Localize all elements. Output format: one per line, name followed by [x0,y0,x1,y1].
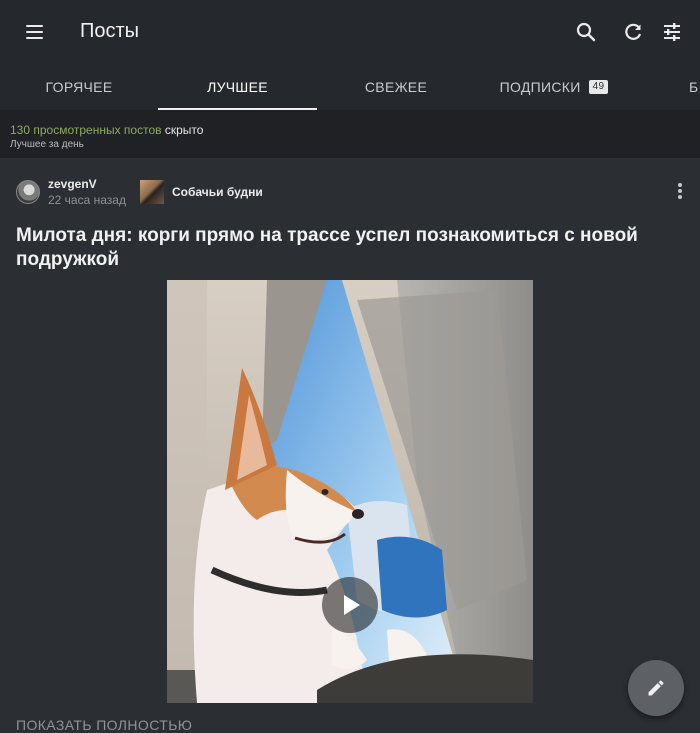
author-avatar[interactable] [16,180,40,204]
community-avatar[interactable] [140,180,164,204]
tab-label: Б [689,79,699,95]
tab-label: ГОРЯЧЕЕ [45,79,113,95]
tab-best[interactable]: ЛУЧШЕЕ [158,64,317,110]
menu-icon[interactable] [24,22,48,42]
page-title: Посты [80,20,140,42]
notice-subtitle: Лучшее за день [10,139,84,150]
hidden-state: скрыто [164,123,204,137]
tab-partial[interactable]: Б [689,64,700,110]
hidden-posts-text: 130 просмотренных постов скрыто [10,123,203,137]
tab-fresh[interactable]: СВЕЖЕЕ [317,64,475,110]
tab-label: ПОДПИСКИ [499,79,581,95]
top-toolbar: Посты [0,0,700,64]
play-icon [344,595,360,615]
more-options-icon[interactable] [672,182,688,200]
tab-subscriptions[interactable]: ПОДПИСКИ 49 [475,64,633,110]
search-icon[interactable] [574,20,598,44]
tab-label: ЛУЧШЕЕ [207,79,268,95]
tab-hot[interactable]: ГОРЯЧЕЕ [0,64,158,110]
post-title[interactable]: Милота дня: корги прямо на трассе успел … [16,224,676,272]
viewed-posts-count: 130 просмотренных постов [10,123,162,137]
author-name[interactable]: zevgenV [48,177,97,191]
pencil-icon [648,680,664,696]
refresh-icon[interactable] [621,20,645,44]
feed-tabs: ГОРЯЧЕЕ ЛУЧШЕЕ СВЕЖЕЕ ПОДПИСКИ 49 Б [0,64,700,110]
community-name[interactable]: Собачьи будни [172,185,263,199]
create-post-button[interactable] [628,660,684,716]
hidden-posts-notice[interactable]: 130 просмотренных постов скрыто Лучшее з… [0,110,700,158]
subscriptions-count-badge: 49 [588,80,609,95]
post-time: 22 часа назад [48,193,126,207]
tab-label: СВЕЖЕЕ [364,79,428,95]
show-full-button[interactable]: ПОКАЗАТЬ ПОЛНОСТЬЮ [16,717,192,733]
play-button[interactable] [322,577,378,633]
post-card: zevgenV 22 часа назад Собачьи будни Мило… [0,158,700,733]
video-player[interactable] [167,280,533,703]
video-thumbnail [167,280,533,703]
filter-sliders-icon[interactable] [660,20,684,44]
app-bar: Посты ГОРЯЧЕЕ ЛУЧШЕЕ СВЕЖЕЕ ПОДПИСКИ 49 … [0,0,700,110]
